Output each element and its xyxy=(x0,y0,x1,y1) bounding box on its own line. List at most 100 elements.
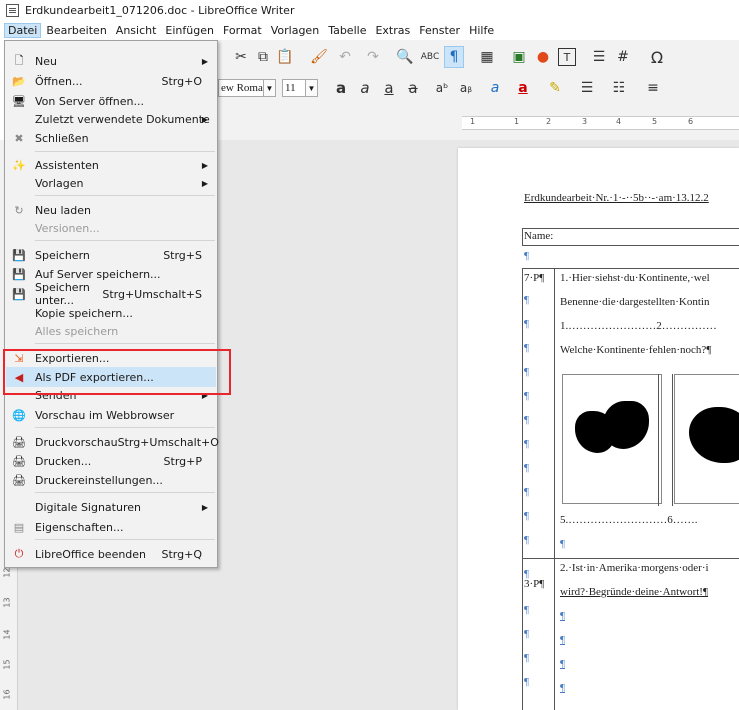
continent-shape xyxy=(689,407,739,463)
q2-points: 3·P¶ xyxy=(524,578,545,590)
underline-icon[interactable]: a xyxy=(380,79,398,97)
menu-separator xyxy=(35,539,215,540)
paragraph-mark: ¶ xyxy=(524,510,529,522)
q2-line: wird?·Begründe·deine·Antwort!¶ xyxy=(560,586,708,598)
menu-item-speichern[interactable]: 💾 Speichern Strg+S xyxy=(6,245,216,265)
menu-item-neu[interactable]: 🗋 Neu ▶ xyxy=(6,51,216,71)
menu-item-vorschau-webbrowser[interactable]: 🌐 Vorschau im Webbrowser xyxy=(6,405,216,425)
subscript-icon[interactable]: aᵦ xyxy=(456,79,476,97)
menu-item-zuletzt-verwendet[interactable]: Zuletzt verwendete Dokumente ▶ xyxy=(6,109,216,129)
wizard-icon: ✨ xyxy=(12,158,26,172)
insert-textbox-icon[interactable]: T xyxy=(558,48,576,66)
insert-table-icon[interactable]: ▦ xyxy=(476,48,498,66)
table-row-divider xyxy=(522,558,739,559)
insert-pagebreak-icon[interactable]: ☰ xyxy=(590,48,608,66)
menu-fenster[interactable]: Fenster xyxy=(415,23,464,38)
menu-item-oeffnen[interactable]: 📂 Öffnen... Strg+O xyxy=(6,71,216,91)
numbered-list-icon[interactable]: ☷ xyxy=(610,79,628,97)
paragraph-mark: ¶ xyxy=(560,634,565,646)
menu-bearbeiten[interactable]: Bearbeiten xyxy=(42,23,110,38)
undo-icon[interactable]: ↶ xyxy=(336,48,354,66)
q1-line: 5.………………………6……. xyxy=(560,514,698,526)
menu-item-druckvorschau[interactable]: 🖨 Druckvorschau Strg+Umschalt+O xyxy=(6,432,219,452)
highlight-color-icon[interactable]: ✎ xyxy=(546,79,564,97)
paste-icon[interactable]: 📋 xyxy=(276,48,294,66)
insert-chart-icon[interactable]: ● xyxy=(534,48,552,66)
formatting-marks-icon[interactable]: ¶ xyxy=(444,46,464,68)
find-replace-icon[interactable]: 🔍 xyxy=(396,48,414,66)
menu-item-von-server-oeffnen[interactable]: 🖥 Von Server öffnen... xyxy=(6,91,216,111)
continent-map-image[interactable] xyxy=(674,374,739,504)
paragraph-mark: ¶ xyxy=(560,610,565,622)
chevron-down-icon[interactable]: ▼ xyxy=(263,80,275,96)
ruler-number: 6 xyxy=(688,117,694,126)
strikethrough-icon[interactable]: a xyxy=(404,79,422,97)
bullet-list-icon[interactable]: ☰ xyxy=(578,79,596,97)
menu-vorlagen[interactable]: Vorlagen xyxy=(267,23,323,38)
align-left-icon[interactable]: ≡ xyxy=(644,79,662,97)
chevron-down-icon[interactable]: ▼ xyxy=(305,80,317,96)
menu-item-vorlagen[interactable]: Vorlagen ▶ xyxy=(6,173,216,193)
superscript-icon[interactable]: aᵇ xyxy=(432,79,452,97)
menu-item-alles-speichern[interactable]: Alles speichern xyxy=(6,321,216,341)
clear-formatting-icon[interactable]: a xyxy=(486,79,504,97)
menu-item-label: Auf Server speichern... xyxy=(35,267,161,281)
menu-datei[interactable]: Datei xyxy=(4,23,42,38)
menu-item-versionen[interactable]: Versionen... xyxy=(6,218,216,238)
font-color-icon[interactable]: a xyxy=(514,79,532,97)
menu-item-neu-laden[interactable]: ↻ Neu laden xyxy=(6,200,216,220)
paragraph-mark: ¶ xyxy=(524,438,529,450)
menu-item-shortcut: Strg+S xyxy=(163,248,202,262)
menu-item-schliessen[interactable]: ✖ Schließen xyxy=(6,128,216,148)
ruler-strip: 1 1 2 3 4 5 6 xyxy=(462,116,739,130)
menu-item-eigenschaften[interactable]: ▤ Eigenschaften... xyxy=(6,517,216,537)
italic-icon[interactable]: a xyxy=(356,79,374,97)
menu-item-speichern-unter[interactable]: 💾 Speichern unter... Strg+Umschalt+S xyxy=(6,281,216,307)
menu-separator xyxy=(35,195,215,196)
menu-einfuegen[interactable]: Einfügen xyxy=(161,23,218,38)
insert-image-icon[interactable]: ▣ xyxy=(508,48,530,66)
menu-item-kopie-speichern[interactable]: Kopie speichern... xyxy=(6,303,216,323)
menu-hilfe[interactable]: Hilfe xyxy=(465,23,498,38)
submenu-arrow-icon: ▶ xyxy=(201,56,208,66)
menu-format[interactable]: Format xyxy=(219,23,266,38)
paragraph-mark: ¶ xyxy=(560,682,565,694)
vruler-number: 16 xyxy=(2,689,12,700)
menu-item-digitale-signaturen[interactable]: Digitale Signaturen ▶ xyxy=(6,497,216,517)
font-name-combo[interactable]: ew Roman ▼ xyxy=(218,79,276,97)
menu-item-assistenten[interactable]: ✨ Assistenten ▶ xyxy=(6,155,216,175)
paragraph-mark: ¶ xyxy=(560,658,565,670)
menu-tabelle[interactable]: Tabelle xyxy=(324,23,370,38)
menu-item-drucken[interactable]: 🖨 Drucken... Strg+P xyxy=(6,451,216,471)
menu-item-label: LibreOffice beenden xyxy=(35,547,147,561)
paragraph-mark: ¶ xyxy=(524,628,529,640)
menu-item-label: Kopie speichern... xyxy=(35,306,133,320)
continent-shape xyxy=(603,401,649,449)
vruler-number: 14 xyxy=(2,629,12,640)
menu-item-druckereinstellungen[interactable]: 🖨 Druckereinstellungen... xyxy=(6,470,216,490)
document-page[interactable]: Erdkundearbeit·Nr.·1·-··5b··-·am·13.12.2… xyxy=(458,148,739,710)
web-preview-icon: 🌐 xyxy=(12,408,26,422)
empty-icon-slot xyxy=(12,112,26,126)
menu-ansicht[interactable]: Ansicht xyxy=(112,23,161,38)
horizontal-ruler[interactable]: 1 1 2 3 4 5 6 xyxy=(218,102,739,140)
server-icon: 🖥 xyxy=(12,94,26,108)
bold-icon[interactable]: a xyxy=(332,79,350,97)
printer-settings-icon: 🖨 xyxy=(12,473,26,487)
copy-icon[interactable]: ⧉ xyxy=(254,48,272,66)
redo-icon[interactable]: ↷ xyxy=(364,48,382,66)
menu-extras[interactable]: Extras xyxy=(371,23,414,38)
save-as-icon: 💾 xyxy=(12,287,26,301)
insert-special-character-icon[interactable]: Ω xyxy=(648,48,666,67)
font-size-combo[interactable]: 11 ▼ xyxy=(282,79,318,97)
cut-icon[interactable]: ✂ xyxy=(232,48,250,66)
image-divider xyxy=(658,374,659,506)
clone-formatting-icon[interactable]: 🖌 xyxy=(310,48,328,66)
menu-item-shortcut: Strg+Umschalt+S xyxy=(102,287,202,301)
spelling-icon[interactable]: ABC xyxy=(420,48,440,66)
continent-map-image[interactable] xyxy=(562,374,662,504)
insert-field-icon[interactable]: # xyxy=(614,48,632,66)
vruler-number: 12 xyxy=(2,567,12,578)
menu-item-libreoffice-beenden[interactable]: ⏻ LibreOffice beenden Strg+Q xyxy=(6,544,216,564)
paragraph-mark: ¶ xyxy=(524,318,529,330)
